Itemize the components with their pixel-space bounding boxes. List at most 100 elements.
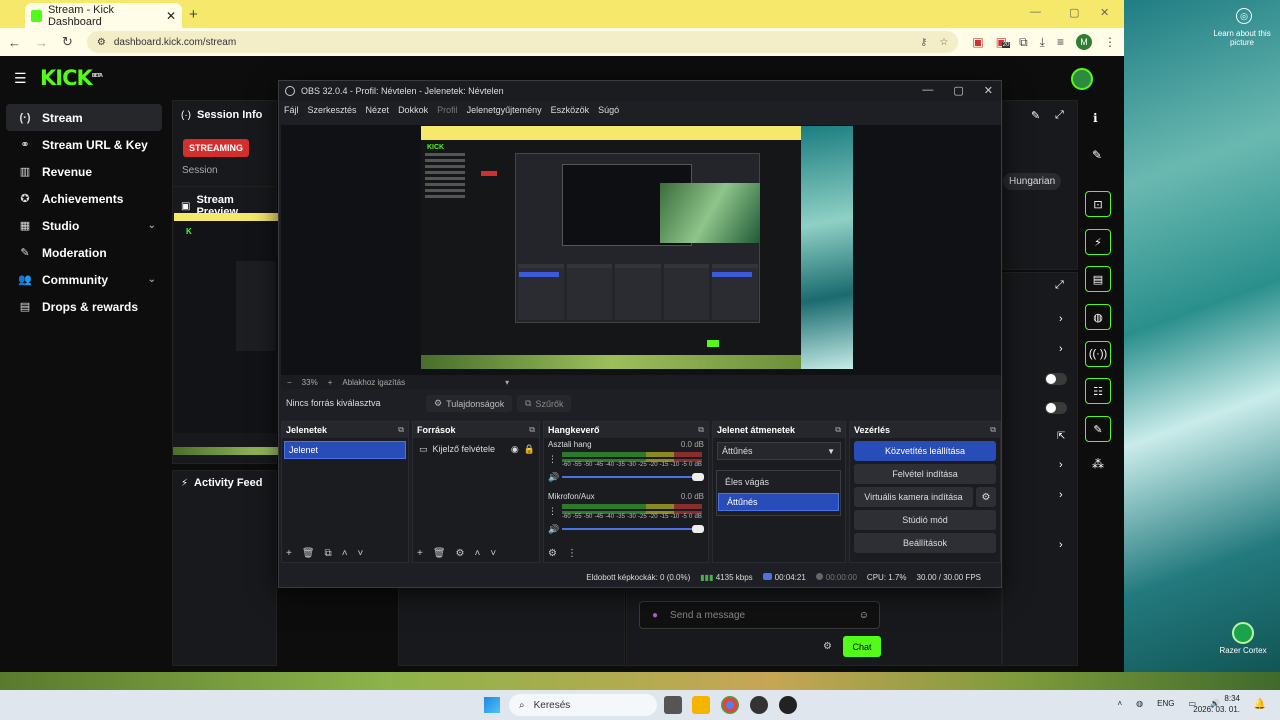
address-bar[interactable]: ⚙ dashboard.kick.com/stream ⚷ ☆ bbox=[86, 31, 959, 53]
back-icon[interactable]: ← bbox=[8, 35, 21, 50]
notification-icon[interactable]: 🔔 bbox=[1254, 699, 1266, 710]
eye-icon[interactable]: ◉ bbox=[511, 444, 519, 455]
transition-select[interactable]: Áttűnés ▼ bbox=[717, 442, 841, 460]
chevron-up-icon[interactable]: ˄ bbox=[342, 548, 348, 559]
menu-item[interactable]: Nézet bbox=[366, 105, 390, 115]
profile-avatar[interactable]: M bbox=[1076, 34, 1092, 50]
menu-item[interactable]: Fájl bbox=[284, 105, 299, 115]
volume-slider[interactable] bbox=[562, 473, 704, 481]
gear-icon[interactable]: ⚙ bbox=[976, 487, 996, 507]
menu-item[interactable]: Eszközök bbox=[551, 105, 590, 115]
scene-item[interactable]: Jelenet bbox=[284, 441, 406, 459]
obs-preview[interactable]: KICK bbox=[281, 125, 1001, 375]
stop-stream-button[interactable]: Közvetítés leállítása bbox=[854, 441, 996, 461]
export-icon[interactable]: ⇱ bbox=[1057, 431, 1065, 442]
sidebar-item-moderation[interactable]: ✎ Moderation bbox=[6, 239, 162, 266]
obs-taskbar-icon[interactable] bbox=[750, 696, 768, 714]
speaker-icon[interactable]: 🔊 bbox=[548, 472, 559, 483]
menu-item[interactable]: Szerkesztés bbox=[308, 105, 357, 115]
settings-button[interactable]: Beállítások bbox=[854, 533, 996, 553]
extension-red-icon[interactable]: ▣ bbox=[972, 35, 983, 49]
windows-start-icon[interactable] bbox=[484, 697, 500, 713]
kebab-icon[interactable]: ⋮ bbox=[567, 548, 577, 559]
properties-button[interactable]: ⚙ Tulajdonságok bbox=[426, 395, 513, 412]
sidebar-item-revenue[interactable]: ▥ Revenue bbox=[6, 158, 162, 185]
chat-settings-icon[interactable]: ⚙ bbox=[823, 641, 832, 652]
dock-popout-icon[interactable]: ⧉ bbox=[698, 425, 704, 435]
obs-close-icon[interactable]: ✕ bbox=[984, 84, 993, 97]
dock-popout-icon[interactable]: ⧉ bbox=[835, 425, 841, 435]
speaker-icon[interactable]: 🔊 bbox=[548, 524, 559, 535]
chevron-right-icon[interactable]: › bbox=[1059, 459, 1063, 471]
kebab-menu-icon[interactable]: ⋮ bbox=[1104, 35, 1116, 49]
extension-badge-icon[interactable]: ▣20 bbox=[996, 35, 1011, 49]
chevron-down-icon[interactable]: ⌄ bbox=[148, 220, 156, 231]
puzzle-icon[interactable]: ⧉ bbox=[1019, 35, 1028, 50]
zoom-out-icon[interactable]: − bbox=[287, 378, 292, 387]
apps-icon[interactable]: ⁂ bbox=[1092, 457, 1104, 471]
fit-window-button[interactable]: Ablakhoz igazítás bbox=[342, 378, 405, 387]
sidebar-item-studio[interactable]: ▦ Studio ⌄ bbox=[6, 212, 162, 239]
layout-icon[interactable]: ☷ bbox=[1085, 378, 1111, 404]
source-item[interactable]: ▭ Kijelző felvétele ◉ 🔒 bbox=[419, 441, 535, 457]
bolt-rail-icon[interactable]: ⚡ bbox=[1085, 229, 1111, 255]
reload-icon[interactable]: ↻ bbox=[62, 34, 73, 50]
hamburger-icon[interactable]: ☰ bbox=[14, 70, 27, 87]
edit-icon[interactable]: ✎ bbox=[1031, 109, 1040, 122]
toggle-switch[interactable] bbox=[1045, 402, 1067, 414]
dock-popout-icon[interactable]: ⧉ bbox=[990, 425, 996, 435]
screen-icon[interactable]: ⊡ bbox=[1085, 191, 1111, 217]
popout-icon[interactable]: ⤢ bbox=[1055, 109, 1064, 122]
maximize-icon[interactable]: ▢ bbox=[1069, 6, 1079, 19]
menu-item[interactable]: Jelenetgyűjtemény bbox=[467, 105, 542, 115]
chrome-icon[interactable] bbox=[721, 696, 739, 714]
obs-minimize-icon[interactable]: — bbox=[922, 84, 933, 97]
tray-app-icon[interactable]: ◍ bbox=[1136, 699, 1143, 708]
sidebar-item-stream-url-key[interactable]: ⚭ Stream URL & Key bbox=[6, 131, 162, 158]
chat-send-button[interactable]: Chat bbox=[843, 636, 881, 657]
chevron-down-icon[interactable]: ⌄ bbox=[148, 274, 156, 285]
user-avatar[interactable] bbox=[1071, 68, 1093, 90]
sidebar-item-stream[interactable]: (·) Stream bbox=[6, 104, 162, 131]
task-view-icon[interactable] bbox=[664, 696, 682, 714]
sidebar-item-achievements[interactable]: ✪ Achievements bbox=[6, 185, 162, 212]
zoom-dropdown-icon[interactable]: ▾ bbox=[505, 378, 509, 387]
site-info-icon[interactable]: ⚙ bbox=[97, 37, 106, 48]
zoom-in-icon[interactable]: + bbox=[328, 378, 333, 387]
forward-icon[interactable]: → bbox=[35, 35, 48, 50]
chevron-right-icon[interactable]: › bbox=[1059, 489, 1063, 501]
volume-slider[interactable] bbox=[562, 525, 704, 533]
broadcast-rail-icon[interactable]: ((·)) bbox=[1085, 341, 1111, 367]
menu-item[interactable]: Súgó bbox=[598, 105, 619, 115]
reading-list-icon[interactable]: ≡ bbox=[1057, 35, 1064, 49]
menu-item[interactable]: Dokkok bbox=[398, 105, 428, 115]
clock[interactable]: 8:34 2026. 03. 01. bbox=[1193, 693, 1240, 715]
learn-about-icon[interactable]: ◎ bbox=[1236, 8, 1252, 24]
chevron-down-icon[interactable]: ˅ bbox=[358, 548, 364, 559]
chat-bubble-icon[interactable]: ◍ bbox=[1085, 304, 1111, 330]
razer-cortex-icon[interactable] bbox=[1232, 622, 1254, 644]
app-taskbar-icon[interactable] bbox=[779, 696, 797, 714]
bookmark-star-icon[interactable]: ☆ bbox=[939, 37, 948, 48]
pencil-icon[interactable]: ✎ bbox=[1092, 148, 1102, 162]
popout-icon-2[interactable]: ⤢ bbox=[1055, 279, 1064, 292]
download-icon[interactable]: ⤓ bbox=[1040, 35, 1045, 50]
minimize-icon[interactable]: — bbox=[1030, 6, 1041, 18]
trash-icon[interactable]: 🗑 bbox=[302, 548, 315, 559]
menu-item[interactable]: Profil bbox=[437, 105, 458, 115]
learn-about-label[interactable]: Learn about this picture bbox=[1207, 29, 1277, 47]
chevron-right-icon[interactable]: › bbox=[1059, 343, 1063, 355]
new-tab-icon[interactable]: + bbox=[189, 6, 198, 23]
info-icon[interactable]: ℹ bbox=[1093, 111, 1098, 125]
language-chip[interactable]: Hungarian bbox=[1003, 173, 1062, 190]
filter-icon[interactable]: ⧉ bbox=[325, 548, 332, 559]
sidebar-item-community[interactable]: 👥 Community ⌄ bbox=[6, 266, 162, 293]
chevron-right-icon[interactable]: › bbox=[1059, 313, 1063, 325]
close-window-icon[interactable]: ✕ bbox=[1100, 6, 1109, 19]
gear-icon[interactable]: ⚙ bbox=[456, 548, 465, 559]
obs-maximize-icon[interactable]: ▢ bbox=[953, 84, 963, 97]
chevron-up-icon[interactable]: ˄ bbox=[475, 548, 481, 559]
sidebar-item-drops-rewards[interactable]: ▤ Drops & rewards bbox=[6, 293, 162, 320]
chat-input[interactable]: ● Send a message ☺ bbox=[639, 601, 880, 629]
microphone-icon[interactable]: ● bbox=[652, 610, 658, 621]
